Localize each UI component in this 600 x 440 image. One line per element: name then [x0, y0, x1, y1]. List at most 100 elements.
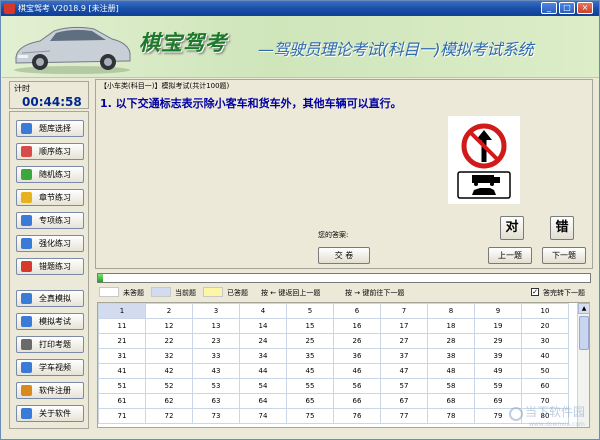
question-cell[interactable]: 33 [192, 348, 240, 364]
question-cell[interactable]: 38 [427, 348, 475, 364]
question-cell[interactable]: 51 [98, 378, 146, 394]
question-cell[interactable]: 68 [427, 393, 475, 409]
question-cell[interactable]: 11 [98, 318, 146, 334]
sidebar-item-2[interactable]: 随机练习 [16, 166, 84, 183]
question-cell[interactable]: 42 [145, 363, 193, 379]
question-cell[interactable]: 55 [286, 378, 334, 394]
answer-false-button[interactable]: 错 [550, 216, 574, 240]
question-cell[interactable]: 8 [427, 303, 475, 319]
sidebar-item-6[interactable]: 错题练习 [16, 258, 84, 275]
sidebar-item-11[interactable]: 软件注册 [16, 382, 84, 399]
question-cell[interactable]: 36 [333, 348, 381, 364]
question-cell[interactable]: 46 [333, 363, 381, 379]
question-cell[interactable]: 19 [474, 318, 522, 334]
question-cell[interactable]: 54 [239, 378, 287, 394]
question-cell[interactable]: 47 [380, 363, 428, 379]
question-cell[interactable]: 67 [380, 393, 428, 409]
question-cell[interactable]: 15 [286, 318, 334, 334]
question-cell[interactable]: 76 [333, 408, 381, 424]
question-cell[interactable]: 32 [145, 348, 193, 364]
question-cell[interactable]: 3 [192, 303, 240, 319]
question-cell[interactable]: 13 [192, 318, 240, 334]
question-cell[interactable]: 21 [98, 333, 146, 349]
question-cell[interactable]: 72 [145, 408, 193, 424]
question-cell[interactable]: 9 [474, 303, 522, 319]
question-cell[interactable]: 20 [521, 318, 569, 334]
scroll-thumb[interactable] [579, 316, 589, 350]
question-cell[interactable]: 41 [98, 363, 146, 379]
question-cell[interactable]: 73 [192, 408, 240, 424]
question-cell[interactable]: 4 [239, 303, 287, 319]
question-cell[interactable]: 5 [286, 303, 334, 319]
question-cell[interactable]: 60 [521, 378, 569, 394]
submit-exam-button[interactable]: 交 卷 [318, 247, 370, 264]
question-cell[interactable]: 78 [427, 408, 475, 424]
question-cell[interactable]: 17 [380, 318, 428, 334]
question-cell[interactable]: 53 [192, 378, 240, 394]
question-cell[interactable]: 39 [474, 348, 522, 364]
question-cell[interactable]: 18 [427, 318, 475, 334]
question-cell[interactable]: 25 [286, 333, 334, 349]
question-cell[interactable]: 16 [333, 318, 381, 334]
question-cell[interactable]: 22 [145, 333, 193, 349]
question-cell[interactable]: 52 [145, 378, 193, 394]
next-question-button[interactable]: 下一题 [542, 247, 586, 264]
question-cell[interactable]: 29 [474, 333, 522, 349]
sidebar-item-7[interactable]: 全真模拟 [16, 290, 84, 307]
question-cell[interactable]: 49 [474, 363, 522, 379]
minimize-button[interactable]: _ [541, 2, 557, 14]
question-cell[interactable]: 24 [239, 333, 287, 349]
sidebar-item-5[interactable]: 强化练习 [16, 235, 84, 252]
question-cell[interactable]: 40 [521, 348, 569, 364]
question-cell[interactable]: 34 [239, 348, 287, 364]
question-cell[interactable]: 63 [192, 393, 240, 409]
question-cell[interactable]: 64 [239, 393, 287, 409]
question-cell[interactable]: 6 [333, 303, 381, 319]
question-cell[interactable]: 71 [98, 408, 146, 424]
question-cell[interactable]: 62 [145, 393, 193, 409]
question-cell[interactable]: 1 [98, 303, 146, 319]
question-cell[interactable]: 23 [192, 333, 240, 349]
question-cell[interactable]: 2 [145, 303, 193, 319]
question-cell[interactable]: 48 [427, 363, 475, 379]
question-cell[interactable]: 75 [286, 408, 334, 424]
close-button[interactable]: × [577, 2, 593, 14]
question-cell[interactable]: 28 [427, 333, 475, 349]
question-cell[interactable]: 74 [239, 408, 287, 424]
question-cell[interactable]: 65 [286, 393, 334, 409]
sidebar-item-10[interactable]: 学车视频 [16, 359, 84, 376]
sidebar-item-12[interactable]: 关于软件 [16, 405, 84, 422]
sidebar-item-1[interactable]: 顺序练习 [16, 143, 84, 160]
question-cell[interactable]: 59 [474, 378, 522, 394]
question-cell[interactable]: 43 [192, 363, 240, 379]
question-cell[interactable]: 77 [380, 408, 428, 424]
sidebar-item-0[interactable]: 题库选择 [16, 120, 84, 137]
question-cell[interactable]: 56 [333, 378, 381, 394]
question-cell[interactable]: 14 [239, 318, 287, 334]
title-bar[interactable]: 棋宝驾考 V2018.9 [未注册] _ □ × [1, 1, 599, 16]
question-cell[interactable]: 57 [380, 378, 428, 394]
question-cell[interactable]: 45 [286, 363, 334, 379]
sidebar-item-3[interactable]: 章节练习 [16, 189, 84, 206]
question-cell[interactable]: 27 [380, 333, 428, 349]
question-cell[interactable]: 7 [380, 303, 428, 319]
sidebar-item-8[interactable]: 模拟考试 [16, 313, 84, 330]
question-cell[interactable]: 12 [145, 318, 193, 334]
question-cell[interactable]: 61 [98, 393, 146, 409]
question-cell[interactable]: 66 [333, 393, 381, 409]
sidebar-item-4[interactable]: 专项练习 [16, 212, 84, 229]
answer-true-button[interactable]: 对 [500, 216, 524, 240]
question-cell[interactable]: 10 [521, 303, 569, 319]
question-cell[interactable]: 31 [98, 348, 146, 364]
question-cell[interactable]: 35 [286, 348, 334, 364]
question-cell[interactable]: 50 [521, 363, 569, 379]
auto-next-checkbox[interactable]: ✓ [531, 288, 539, 296]
question-cell[interactable]: 26 [333, 333, 381, 349]
maximize-button[interactable]: □ [559, 2, 575, 14]
question-cell[interactable]: 37 [380, 348, 428, 364]
question-cell[interactable]: 44 [239, 363, 287, 379]
scroll-up-icon[interactable]: ▲ [578, 303, 590, 314]
previous-question-button[interactable]: 上一题 [488, 247, 532, 264]
question-cell[interactable]: 58 [427, 378, 475, 394]
question-cell[interactable]: 30 [521, 333, 569, 349]
